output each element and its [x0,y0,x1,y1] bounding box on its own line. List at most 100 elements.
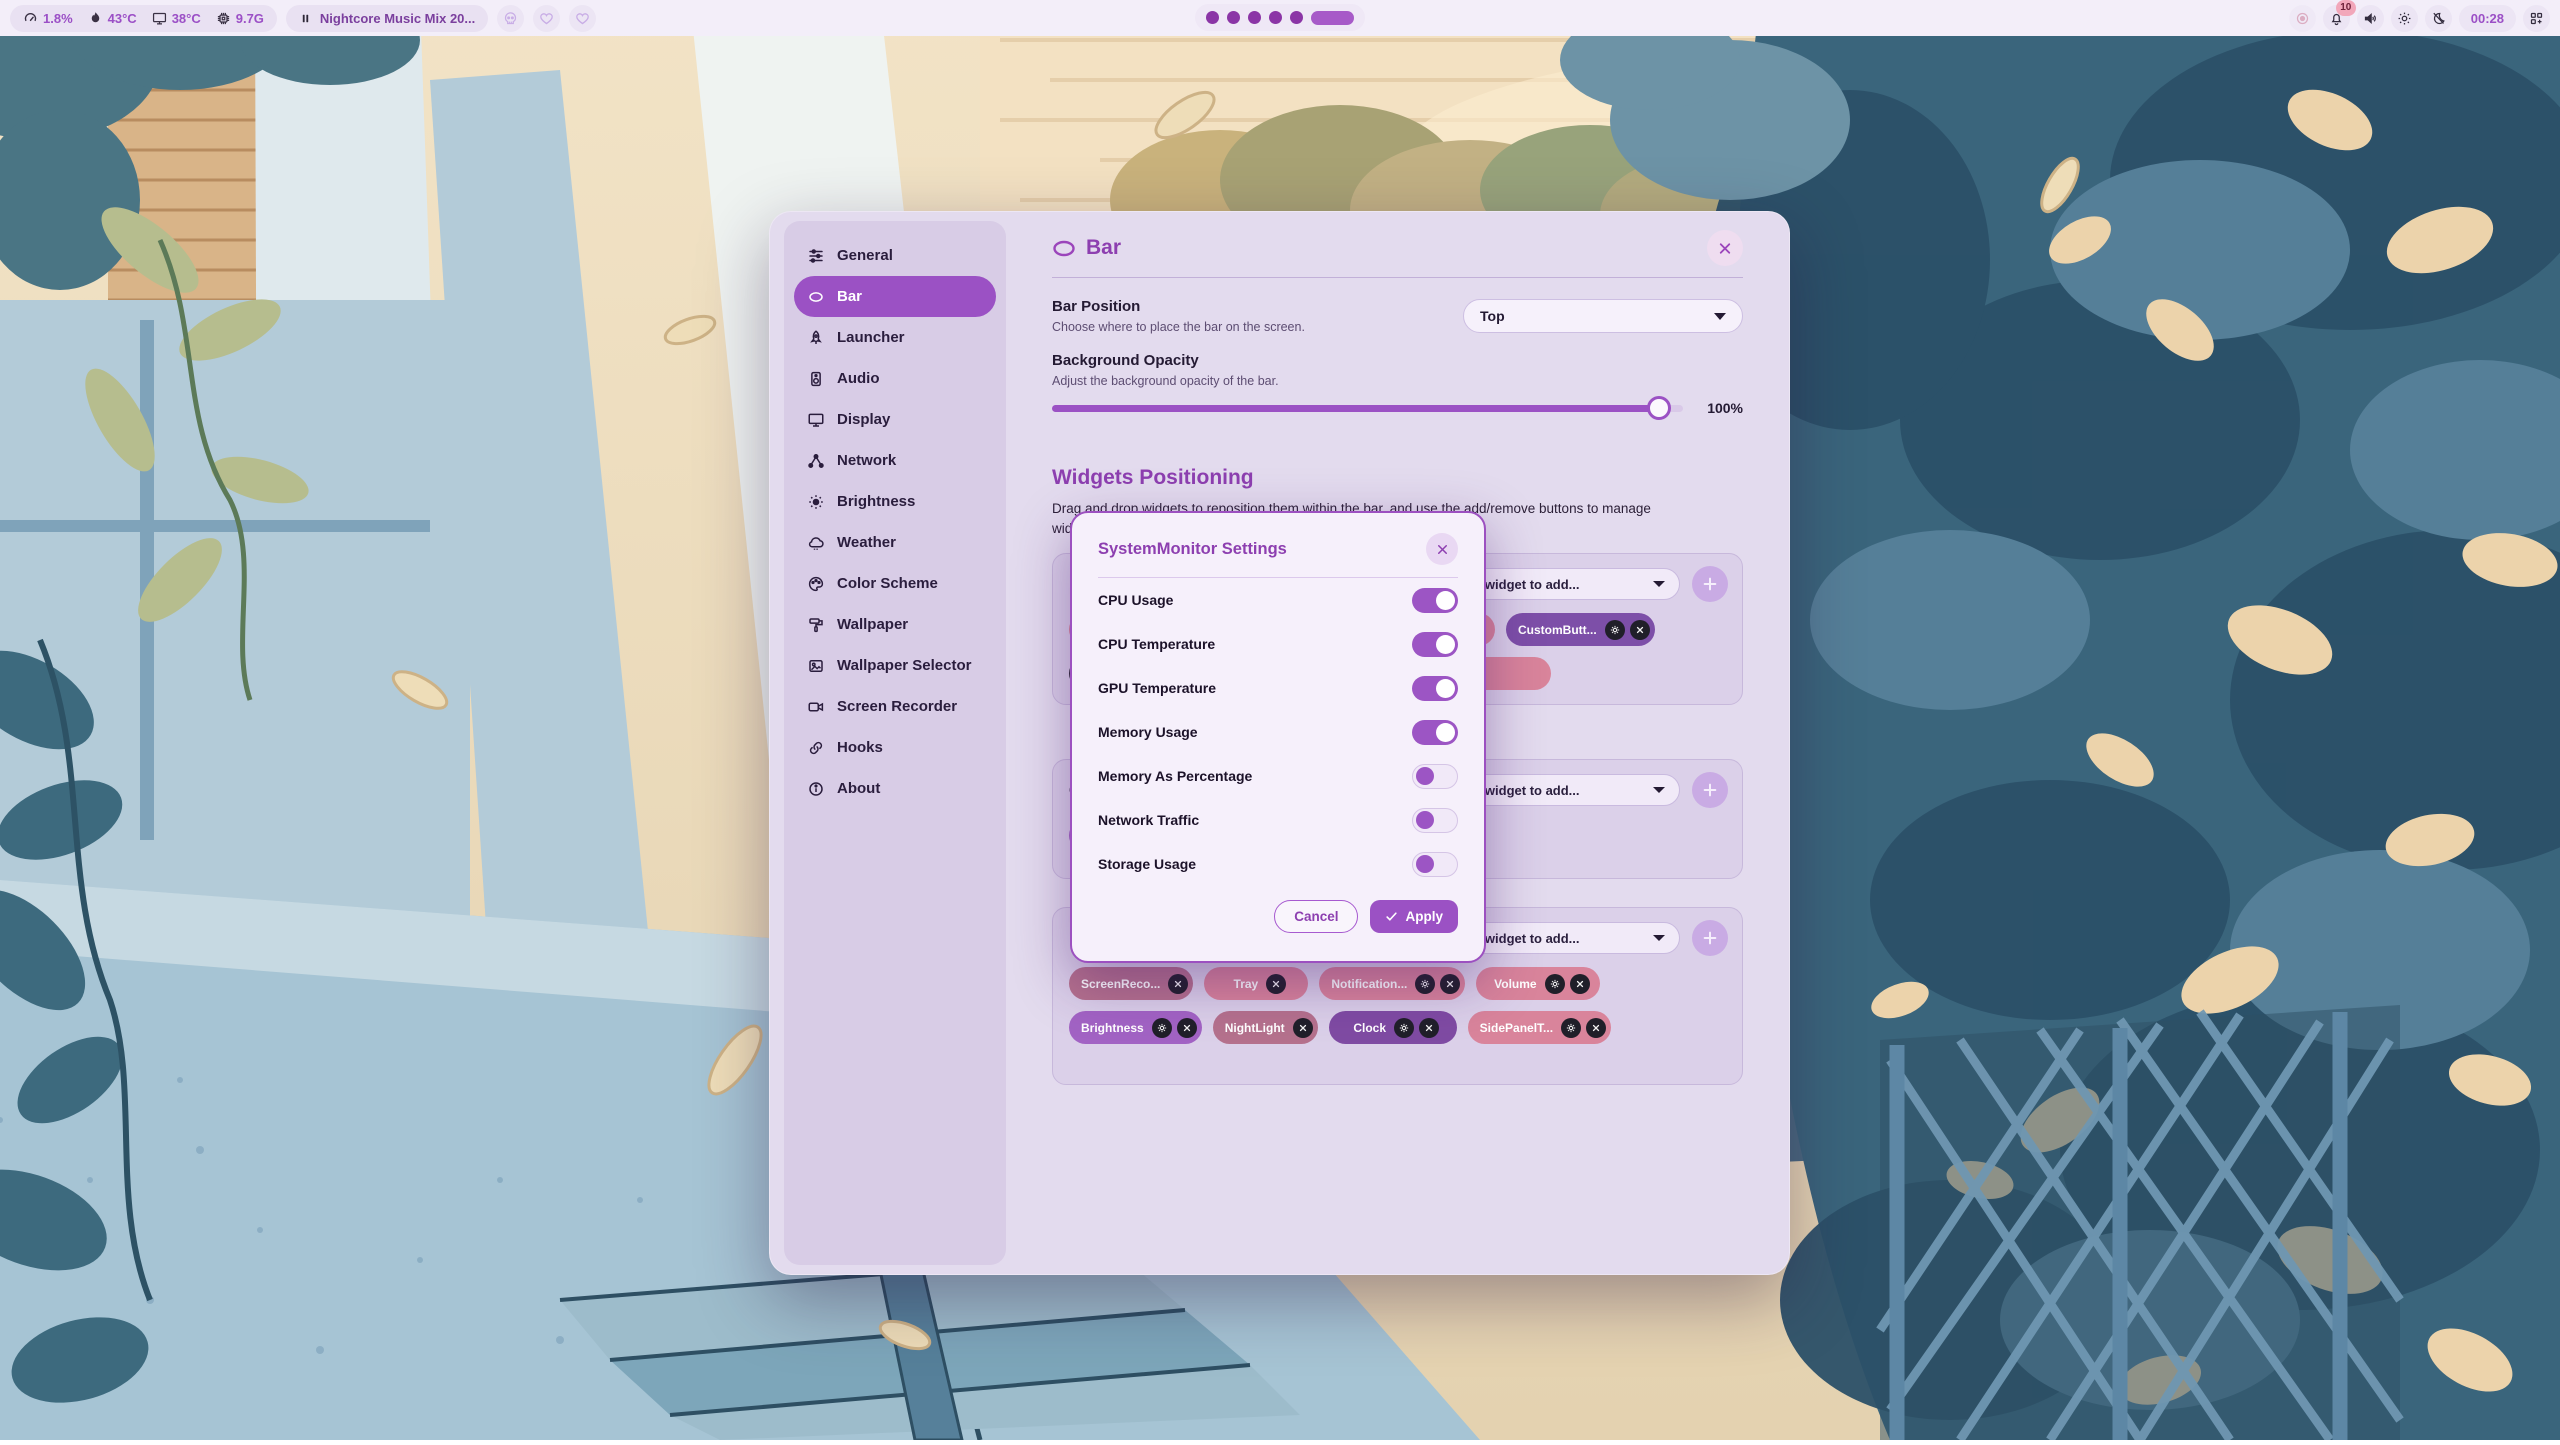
sidebar-item-label: Network [837,452,896,469]
widget-chip[interactable]: ScreenReco... [1069,967,1193,1000]
clock-pill[interactable]: 00:28 [2459,5,2516,32]
workspace-active[interactable] [1311,11,1354,25]
cpu-temperature-toggle[interactable] [1412,632,1458,657]
widget-chip[interactable]: SidePanelT... [1468,1011,1611,1044]
skull-button[interactable] [497,5,524,32]
sidebar-item-hooks[interactable]: Hooks [794,727,996,768]
dashboard-button[interactable] [2523,5,2550,32]
toggle-label: CPU Temperature [1098,636,1215,652]
sidebar-item-network[interactable]: Network [794,440,996,481]
gpu-temperature-toggle[interactable] [1412,676,1458,701]
sidebar-item-wallpaper[interactable]: Wallpaper [794,604,996,645]
remove-icon[interactable] [1419,1018,1439,1038]
heart-button-2[interactable] [569,5,596,32]
memory-as-percentage-toggle[interactable] [1412,764,1458,789]
cpu-usage-toggle[interactable] [1412,588,1458,613]
sidebar-item-bar[interactable]: Bar [794,276,996,317]
remove-icon[interactable] [1440,974,1460,994]
sidebar-item-label: Wallpaper [837,616,908,633]
workspace-dot[interactable] [1206,11,1219,24]
remove-icon[interactable] [1570,974,1590,994]
sidebar-item-label: About [837,780,880,797]
bar-position-dropdown[interactable]: Top [1463,299,1743,333]
brightness-button[interactable] [2391,5,2418,32]
paint-roller-icon [807,616,825,634]
sidebar-item-label: Bar [837,288,862,305]
remove-icon[interactable] [1293,1018,1313,1038]
sidebar-item-label: Display [837,411,890,428]
sidebar-item-audio[interactable]: Audio [794,358,996,399]
network-traffic-toggle[interactable] [1412,808,1458,833]
workspace-dot[interactable] [1248,11,1261,24]
gauge-icon [23,11,38,26]
plus-icon [1702,930,1718,946]
cancel-button[interactable]: Cancel [1274,900,1358,933]
storage-usage-toggle[interactable] [1412,852,1458,877]
volume-button[interactable] [2357,5,2384,32]
night-light-button[interactable] [2425,5,2452,32]
toggle-label: Memory As Percentage [1098,768,1252,784]
add-widget-button[interactable] [1692,772,1728,808]
widget-chip[interactable]: Clock [1329,1011,1457,1044]
toggle-label: Network Traffic [1098,812,1199,828]
toggle-label: Memory Usage [1098,724,1198,740]
dialog-close-button[interactable] [1426,533,1458,565]
apply-button[interactable]: Apply [1370,900,1458,933]
systemmonitor-settings-dialog: SystemMonitor Settings CPU Usage CPU Tem… [1070,511,1486,963]
heart-button[interactable] [533,5,560,32]
remove-icon[interactable] [1586,1018,1606,1038]
display-icon [807,411,825,429]
gear-icon[interactable] [1561,1018,1581,1038]
remove-icon[interactable] [1266,974,1286,994]
sidebar-item-general[interactable]: General [794,235,996,276]
add-widget-button[interactable] [1692,920,1728,956]
remove-icon[interactable] [1168,974,1188,994]
sidebar-item-screen-recorder[interactable]: Screen Recorder [794,686,996,727]
gear-icon[interactable] [1152,1018,1172,1038]
sidebar-item-wallpaper-selector[interactable]: Wallpaper Selector [794,645,996,686]
bar-position-value: Top [1480,308,1505,324]
plus-icon [1702,782,1718,798]
sidebar-item-launcher[interactable]: Launcher [794,317,996,358]
background-opacity-description: Adjust the background opacity of the bar… [1052,374,1743,388]
add-widget-button[interactable] [1692,566,1728,602]
sidebar-item-weather[interactable]: Weather [794,522,996,563]
chevron-down-icon [1653,787,1665,793]
widget-chip[interactable]: CustomButt... [1506,613,1655,646]
widgets-positioning-title: Widgets Positioning [1052,466,1743,490]
sidebar-item-label: Wallpaper Selector [837,657,972,674]
gear-icon[interactable] [1605,620,1625,640]
slider-knob[interactable] [1647,396,1671,420]
sidebar-item-label: Hooks [837,739,883,756]
notification-badge: 10 [2336,0,2356,16]
widget-chip[interactable]: Notification... [1319,967,1465,1000]
memory-usage-toggle[interactable] [1412,720,1458,745]
video-camera-icon [807,698,825,716]
media-player-pill[interactable]: Nightcore Music Mix 20... [286,5,488,32]
cpu-temp-stat: 43°C [88,11,137,26]
remove-icon[interactable] [1630,620,1650,640]
window-close-button[interactable] [1707,230,1743,266]
gear-icon[interactable] [1394,1018,1414,1038]
remove-icon[interactable] [1177,1018,1197,1038]
screen-record-button[interactable] [2289,5,2316,32]
sidebar-item-display[interactable]: Display [794,399,996,440]
gear-icon[interactable] [1545,974,1565,994]
plus-icon [1702,576,1718,592]
system-stats-pill[interactable]: 1.8% 43°C 38°C 9.7G [10,5,277,32]
opacity-slider[interactable] [1052,405,1683,412]
widget-chip[interactable]: Brightness [1069,1011,1202,1044]
widget-chip[interactable]: Volume [1476,967,1600,1000]
check-icon [1385,910,1398,923]
workspace-dot[interactable] [1269,11,1282,24]
sidebar-item-color-scheme[interactable]: Color Scheme [794,563,996,604]
gear-icon[interactable] [1415,974,1435,994]
gpu-temp-stat: 38°C [152,11,201,26]
sidebar-item-brightness[interactable]: Brightness [794,481,996,522]
widget-chip[interactable]: NightLight [1213,1011,1318,1044]
workspace-dot[interactable] [1227,11,1240,24]
clock-time: 00:28 [2471,11,2504,26]
workspace-dot[interactable] [1290,11,1303,24]
widget-chip[interactable]: Tray [1204,967,1308,1000]
sidebar-item-about[interactable]: About [794,768,996,809]
